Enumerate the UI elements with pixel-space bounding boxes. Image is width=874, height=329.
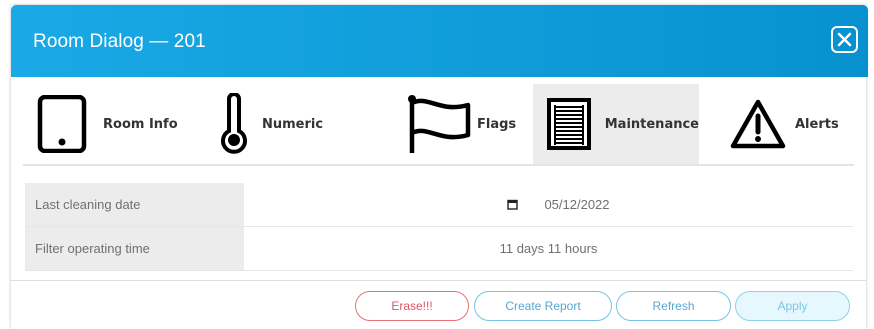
last-cleaning-date-label: Last cleaning date [25,183,244,226]
create-report-button[interactable]: Create Report [474,291,612,321]
last-cleaning-date-field[interactable]: 05/12/2022 [244,183,853,226]
calendar-icon[interactable] [507,199,519,210]
flag-icon [405,93,473,155]
close-button[interactable] [831,26,858,53]
tab-label-room-info: Room Info [103,116,178,132]
footer-divider [11,280,866,281]
close-x-icon [837,32,852,47]
table-row: Last cleaning date 05/12/2022 [25,183,853,227]
filter-operating-time-value: 11 days 11 hours [499,241,598,256]
air-filter-icon [544,97,594,151]
tab-numeric[interactable]: Numeric [193,84,363,164]
erase-button[interactable]: Erase!!! [355,291,469,321]
apply-button[interactable]: Apply [735,291,850,321]
room-dialog: Room Dialog — 201 Room Info Numeric Flag… [11,5,868,329]
tab-label-alerts: Alerts [795,116,839,132]
tab-maintenance[interactable]: Maintenance [533,84,699,164]
thermometer-icon [219,93,249,155]
refresh-button[interactable]: Refresh [616,291,731,321]
tab-label-numeric: Numeric [262,116,324,132]
tab-divider [23,164,854,166]
tab-flags[interactable]: Flags [363,84,533,164]
maintenance-panel: Last cleaning date 05/12/2022 Filter ope… [25,183,853,271]
tab-bar: Room Info Numeric Flags Maintenance Aler… [23,84,854,164]
dialog-title-bar[interactable]: Room Dialog — 201 [11,5,868,77]
warning-triangle-icon [729,98,787,150]
tab-alerts[interactable]: Alerts [699,84,854,164]
tab-room-info[interactable]: Room Info [23,84,193,164]
dialog-title: Room Dialog — 201 [33,31,206,52]
tablet-icon [33,95,91,153]
table-row: Filter operating time 11 days 11 hours [25,227,853,271]
last-cleaning-date-value: 05/12/2022 [544,197,610,212]
tab-label-flags: Flags [477,116,517,132]
tab-label-maintenance: Maintenance [604,116,699,132]
filter-operating-time-label: Filter operating time [25,227,244,270]
